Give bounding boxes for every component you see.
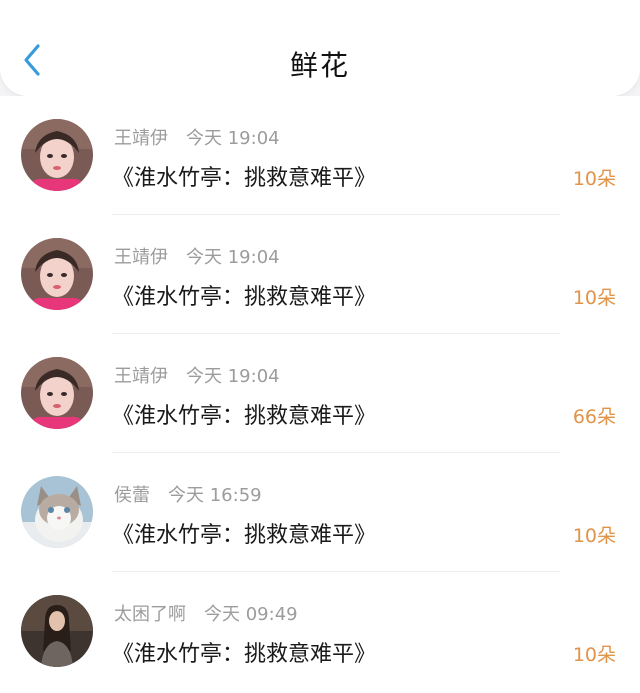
- avatar[interactable]: [21, 119, 93, 191]
- flower-amount: 66朵: [572, 406, 616, 428]
- avatar[interactable]: [21, 595, 93, 667]
- work-title[interactable]: 《淮水竹亭：挑救意难平》: [112, 160, 376, 192]
- work-title[interactable]: 《淮水竹亭：挑救意难平》: [112, 636, 376, 668]
- user-name[interactable]: 侯蕾: [114, 485, 150, 506]
- work-title[interactable]: 《淮水竹亭：挑救意难平》: [112, 517, 376, 549]
- user-name[interactable]: 太困了啊: [114, 604, 186, 625]
- list-item[interactable]: 太困了啊 今天 09:49 《淮水竹亭：挑救意难平》 10朵: [0, 572, 640, 691]
- list-item[interactable]: 王靖伊 今天 19:04 《淮水竹亭：挑救意难平》 66朵: [0, 334, 640, 453]
- flower-record-list: 王靖伊 今天 19:04 《淮水竹亭：挑救意难平》 10朵 王靖伊 今天 19:04…: [0, 96, 640, 693]
- timestamp: 今天 19:04: [186, 128, 280, 149]
- record-meta: 太困了啊 今天 09:49: [114, 600, 298, 626]
- top-bar: 鲜花: [0, 0, 640, 96]
- list-item[interactable]: 侯蕾 今天 16:59 《淮水竹亭：挑救意难平》 10朵: [0, 453, 640, 572]
- page-title: 鲜花: [289, 49, 350, 82]
- user-name[interactable]: 王靖伊: [114, 366, 168, 387]
- timestamp: 今天 19:04: [186, 247, 280, 268]
- flower-amount: 10朵: [572, 525, 616, 547]
- flower-amount: 10朵: [572, 287, 616, 309]
- work-title[interactable]: 《淮水竹亭：挑救意难平》: [112, 398, 376, 430]
- record-meta: 王靖伊 今天 19:04: [114, 362, 280, 388]
- record-meta: 侯蕾 今天 16:59: [114, 481, 262, 507]
- timestamp: 今天 09:49: [204, 604, 298, 625]
- user-name[interactable]: 王靖伊: [114, 247, 168, 268]
- avatar[interactable]: [21, 357, 93, 429]
- list-item[interactable]: 王靖伊 今天 19:04 《淮水竹亭：挑救意难平》 10朵: [0, 96, 640, 215]
- work-title[interactable]: 《淮水竹亭：挑救意难平》: [112, 279, 376, 311]
- timestamp: 今天 19:04: [186, 366, 280, 387]
- avatar[interactable]: [21, 476, 93, 548]
- avatar[interactable]: [21, 238, 93, 310]
- list-item[interactable]: 王靖伊 今天 19:04 《淮水竹亭：挑救意难平》 10朵: [0, 215, 640, 334]
- flower-amount: 10朵: [572, 644, 616, 666]
- user-name[interactable]: 王靖伊: [114, 128, 168, 149]
- flower-amount: 10朵: [572, 168, 616, 190]
- record-meta: 王靖伊 今天 19:04: [114, 243, 280, 269]
- record-meta: 王靖伊 今天 19:04: [114, 124, 280, 150]
- timestamp: 今天 16:59: [168, 485, 262, 506]
